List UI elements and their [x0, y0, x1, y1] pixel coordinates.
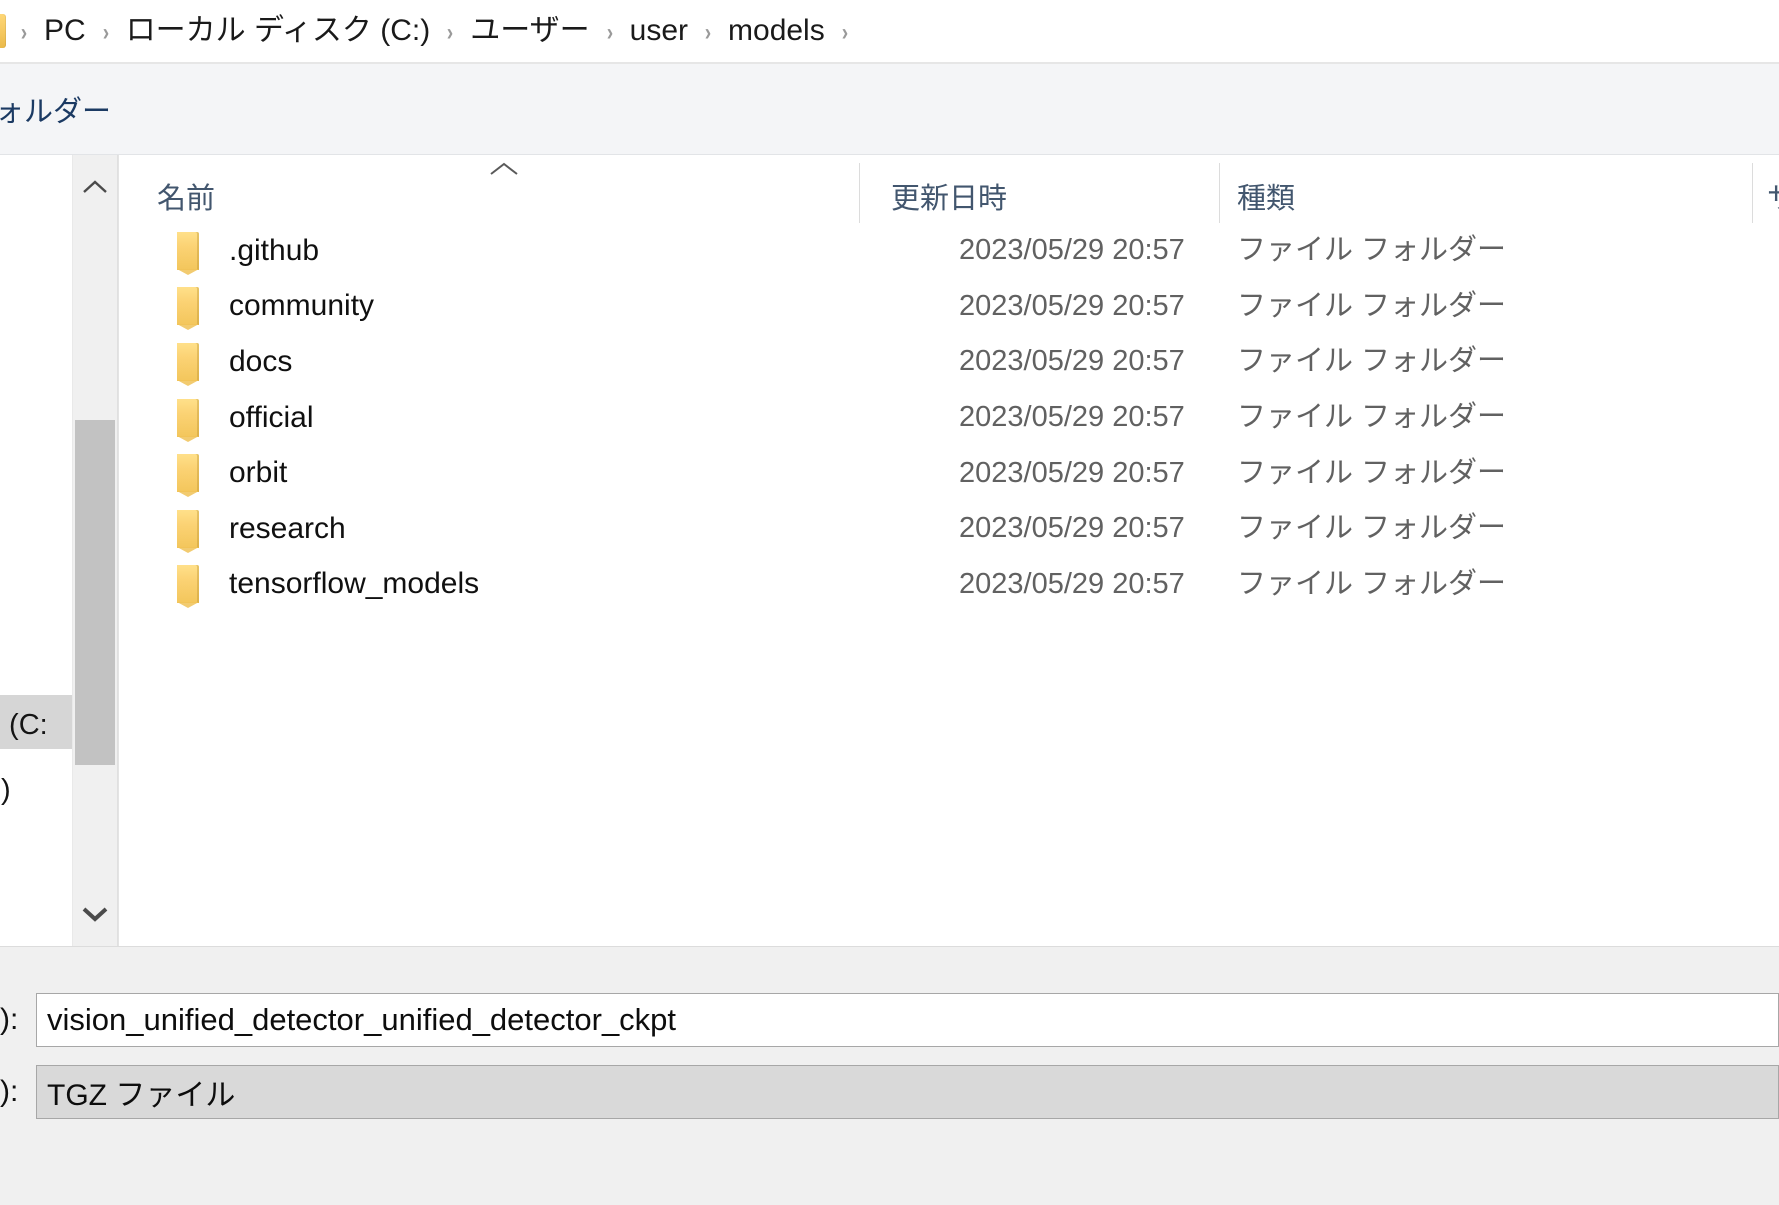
- filetype-label: ):: [0, 1075, 19, 1108]
- column-header-type[interactable]: 種類: [1237, 155, 1637, 223]
- breadcrumb-item-3[interactable]: ユーザー: [468, 14, 591, 47]
- cell-type: ファイル フォルダー: [1237, 234, 1507, 267]
- breadcrumb[interactable]: › PC › ローカル ディスク (C:) › ユーザー › user › models ›: [6, 16, 863, 46]
- breadcrumb-item-2[interactable]: ローカル ディスク (C:): [124, 14, 433, 47]
- file-list-pane: 名前 更新日時 種類 サ .github 2023/05/29 20:57 ファイル…: [118, 155, 1779, 946]
- folder-icon: [177, 454, 199, 498]
- nav-item-label: D:): [0, 773, 11, 806]
- breadcrumb-item-5[interactable]: models: [726, 14, 827, 47]
- file-name-label: tensorflow_models: [229, 567, 480, 601]
- folder-icon: [177, 565, 199, 609]
- cell-type: ファイル フォルダー: [1237, 567, 1507, 600]
- column-header-modified[interactable]: 更新日時: [891, 155, 1191, 223]
- filename-input[interactable]: vision_unified_detector_unified_detector…: [36, 993, 1779, 1047]
- cell-name: official: [177, 398, 314, 442]
- scrollbar-thumb[interactable]: [75, 420, 115, 765]
- cell-type: ファイル フォルダー: [1237, 345, 1507, 378]
- column-header-size[interactable]: サ: [1767, 155, 1779, 223]
- column-header-label: 種類: [1237, 183, 1296, 215]
- column-divider[interactable]: [1219, 163, 1220, 223]
- chevron-down-icon[interactable]: [73, 892, 117, 936]
- navigation-pane: ク (C: D:): [0, 155, 72, 946]
- breadcrumb-item-4[interactable]: user: [628, 14, 690, 47]
- cell-name: .github: [177, 231, 320, 275]
- nav-item-label: ク (C:: [0, 709, 48, 741]
- cell-name: orbit: [177, 454, 288, 498]
- cell-name: tensorflow_models: [177, 565, 480, 609]
- nav-item-local-disk-c[interactable]: ク (C:: [0, 695, 72, 749]
- cell-type: ファイル フォルダー: [1237, 456, 1507, 489]
- cell-modified: 2023/05/29 20:57: [959, 234, 1185, 267]
- column-divider[interactable]: [1752, 163, 1753, 223]
- cell-modified: 2023/05/29 20:57: [959, 456, 1185, 489]
- table-row[interactable]: orbit 2023/05/29 20:57 ファイル フォルダー: [119, 445, 1779, 501]
- breadcrumb-item-1[interactable]: PC: [42, 14, 88, 47]
- new-folder-button[interactable]: フォルダー: [0, 88, 111, 130]
- cell-modified: 2023/05/29 20:57: [959, 512, 1185, 545]
- table-row[interactable]: official 2023/05/29 20:57 ファイル フォルダー: [119, 390, 1779, 446]
- file-list-header: 名前 更新日時 種類 サ: [119, 155, 1779, 223]
- folder-icon: [177, 342, 199, 386]
- navigation-scrollbar[interactable]: [72, 155, 118, 946]
- nav-item-drive-d[interactable]: D:): [0, 763, 72, 817]
- column-header-name[interactable]: 名前: [157, 155, 857, 223]
- cell-name: research: [177, 509, 346, 553]
- file-name-label: orbit: [229, 456, 288, 490]
- filename-row: ): vision_unified_detector_unified_detec…: [0, 993, 1779, 1047]
- file-name-label: research: [229, 511, 346, 545]
- file-name-label: docs: [229, 344, 293, 378]
- breadcrumb-separator-icon: ›: [606, 19, 613, 46]
- table-row[interactable]: .github 2023/05/29 20:57 ファイル フォルダー: [119, 223, 1779, 279]
- cell-modified: 2023/05/29 20:57: [959, 345, 1185, 378]
- breadcrumb-separator-icon: ›: [704, 19, 712, 46]
- breadcrumb-separator-icon: ›: [447, 19, 454, 46]
- filename-value: vision_unified_detector_unified_detector…: [47, 1002, 677, 1037]
- folder-icon: [177, 398, 199, 442]
- cell-name: docs: [177, 342, 293, 386]
- cell-modified: 2023/05/29 20:57: [959, 289, 1185, 322]
- column-header-label: 名前: [157, 183, 216, 215]
- file-name-label: official: [229, 400, 314, 434]
- table-row[interactable]: community 2023/05/29 20:57 ファイル フォルダー: [119, 279, 1779, 335]
- cell-modified: 2023/05/29 20:57: [959, 567, 1185, 600]
- command-toolbar: フォルダー: [0, 64, 1779, 155]
- folder-icon: [177, 509, 199, 553]
- cell-type: ファイル フォルダー: [1237, 289, 1507, 322]
- column-divider[interactable]: [859, 163, 860, 223]
- filetype-value: TGZ ファイル: [47, 1079, 236, 1112]
- file-name-label: .github: [229, 233, 320, 267]
- column-header-label: サ: [1767, 175, 1779, 217]
- file-name-label: community: [229, 289, 375, 323]
- table-row[interactable]: docs 2023/05/29 20:57 ファイル フォルダー: [119, 334, 1779, 390]
- cell-type: ファイル フォルダー: [1237, 512, 1507, 545]
- cell-type: ファイル フォルダー: [1237, 401, 1507, 434]
- filename-label: ):: [0, 1003, 19, 1036]
- breadcrumb-separator-icon: ›: [102, 19, 109, 46]
- breadcrumb-separator-icon[interactable]: ›: [830, 21, 859, 45]
- column-header-label: 更新日時: [891, 183, 1008, 215]
- table-row[interactable]: tensorflow_models 2023/05/29 20:57 ファイル フォ…: [119, 557, 1779, 613]
- address-bar[interactable]: › PC › ローカル ディスク (C:) › ユーザー › user › models ›: [0, 0, 1779, 64]
- dialog-footer: ): vision_unified_detector_unified_detec…: [0, 946, 1779, 1205]
- cell-modified: 2023/05/29 20:57: [959, 401, 1185, 434]
- filetype-select[interactable]: TGZ ファイル: [36, 1065, 1779, 1119]
- file-save-dialog: ›PC›ローカル ディスク (C:)›ユーザー›user›models› フォル…: [0, 0, 1779, 1205]
- cell-name: community: [177, 287, 375, 331]
- chevron-up-icon[interactable]: [73, 165, 117, 209]
- folder-icon: [177, 287, 199, 331]
- folder-icon: [177, 231, 199, 275]
- filetype-row: ): TGZ ファイル: [0, 1065, 1779, 1119]
- breadcrumb-separator-icon: ›: [20, 19, 28, 46]
- table-row[interactable]: research 2023/05/29 20:57 ファイル フォルダー: [119, 501, 1779, 557]
